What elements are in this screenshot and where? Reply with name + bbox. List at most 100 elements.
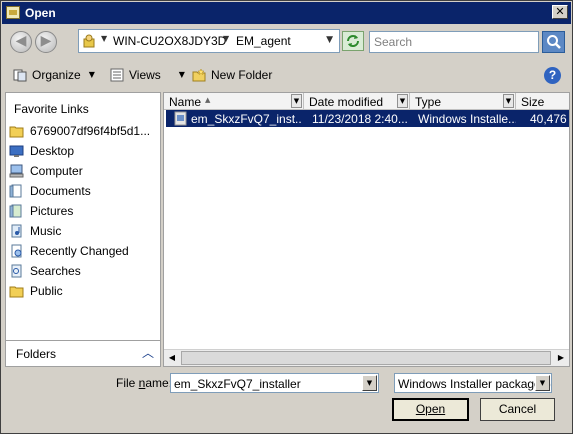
nav-item-recently-changed[interactable]: Recently Changed	[6, 241, 160, 261]
new-folder-icon	[192, 68, 206, 82]
nav-item-label: Music	[30, 224, 62, 238]
address-dropdown-icon[interactable]: ▼	[326, 35, 333, 45]
nav-item-documents[interactable]: Documents	[6, 181, 160, 201]
nav-item-user-folder[interactable]: 6769007df96f4bf5d1...	[6, 121, 160, 141]
views-label: Views	[129, 67, 161, 82]
file-type-select[interactable]: Windows Installer packages (*.msi) ▼	[394, 373, 552, 393]
nav-item-label: Desktop	[30, 144, 75, 158]
nav-item-public[interactable]: Public	[6, 281, 160, 301]
column-header-type[interactable]: Type ▼	[410, 93, 516, 110]
column-headers: Name ▲ ▼ Date modified ▼ Type ▼ Size	[164, 93, 569, 110]
file-size: 40,476 KB	[530, 112, 569, 126]
scroll-right-icon[interactable]: ▶	[553, 350, 569, 366]
folder-icon	[9, 126, 24, 138]
file-name-dropdown-icon[interactable]: ▼	[362, 375, 377, 391]
favorite-links-list: 6769007df96f4bf5d1... Desktop Computer D…	[6, 121, 160, 301]
folder-icon	[9, 286, 24, 298]
close-button[interactable]: ✕	[552, 5, 568, 19]
refresh-icon	[347, 35, 359, 47]
chevron-right-icon[interactable]: ▼	[101, 34, 107, 43]
nav-item-label: Searches	[30, 264, 81, 278]
nav-item-computer[interactable]: Computer	[6, 161, 160, 181]
column-header-size[interactable]: Size	[516, 93, 569, 110]
window-title: Open	[25, 6, 56, 20]
back-button[interactable]: ◀	[10, 31, 32, 53]
horizontal-scrollbar[interactable]: ◀ ▶	[164, 349, 569, 366]
nav-item-searches[interactable]: Searches	[6, 261, 160, 281]
navigation-pane: Favorite Links 6769007df96f4bf5d1... Des…	[5, 92, 161, 367]
views-icon	[110, 68, 124, 82]
file-list-pane: Name ▲ ▼ Date modified ▼ Type ▼ Size em_…	[163, 92, 570, 367]
file-name-label-prefix: File	[116, 376, 139, 390]
documents-icon	[9, 184, 22, 198]
search-input[interactable]: Search	[369, 31, 539, 53]
scroll-thumb[interactable]	[181, 351, 551, 365]
column-dropdown-icon[interactable]: ▼	[397, 94, 408, 108]
scroll-left-icon[interactable]: ◀	[164, 350, 180, 366]
new-folder-button[interactable]: New Folder	[192, 67, 272, 82]
recent-icon	[11, 244, 22, 258]
column-dropdown-icon[interactable]: ▼	[291, 94, 302, 108]
command-toolbar: Organize ▼ Views ▼ New Folder ?	[2, 61, 571, 89]
file-name-label-suffix: ame:	[145, 376, 173, 390]
music-icon	[11, 224, 22, 238]
organize-icon	[13, 69, 27, 82]
sort-ascending-icon: ▲	[205, 96, 211, 104]
user-folder-icon	[83, 34, 95, 48]
nav-item-pictures[interactable]: Pictures	[6, 201, 160, 221]
installer-file-icon	[174, 111, 187, 126]
nav-item-label: 6769007df96f4bf5d1...	[30, 124, 151, 138]
chevron-right-icon[interactable]: ▼	[223, 34, 229, 43]
column-header-label: Name	[169, 95, 202, 109]
searches-icon	[11, 264, 22, 278]
search-icon	[547, 35, 561, 49]
chevron-up-icon: ︿	[141, 346, 154, 360]
nav-item-label: Computer	[30, 164, 83, 178]
refresh-button[interactable]	[342, 31, 364, 51]
open-button[interactable]: Open	[392, 398, 469, 421]
help-button[interactable]: ?	[544, 67, 561, 84]
open-dialog: Open ✕ ◀ ▶ ▼ WIN-CU2OX8JDY3D ▼ EM_agent …	[0, 0, 573, 434]
dropdown-arrow-icon: ▼	[178, 70, 185, 80]
forward-button[interactable]: ▶	[35, 31, 57, 53]
column-header-label: Type	[415, 95, 442, 109]
file-type-dropdown-icon[interactable]: ▼	[535, 375, 550, 391]
title-bar: Open ✕	[2, 2, 571, 24]
file-name-input[interactable]: em_SkxzFvQ7_installer ▼	[170, 373, 379, 393]
nav-item-label: Recently Changed	[30, 244, 129, 258]
column-header-label: Size	[521, 95, 545, 109]
file-date-modified: 11/23/2018 2:40...	[312, 112, 408, 126]
navigation-row: ◀ ▶ ▼ WIN-CU2OX8JDY3D ▼ EM_agent ▼ Searc…	[2, 24, 571, 60]
nav-item-label: Documents	[30, 184, 91, 198]
open-button-label: Open	[415, 402, 446, 416]
file-type: Windows Installe...	[418, 112, 516, 126]
folders-label: Folders	[16, 347, 57, 361]
address-bar[interactable]: ▼ WIN-CU2OX8JDY3D ▼ EM_agent ▼	[78, 29, 340, 53]
column-header-name[interactable]: Name ▲ ▼	[164, 93, 304, 110]
folders-toggle[interactable]: Folders ︿	[6, 340, 160, 366]
nav-item-desktop[interactable]: Desktop	[6, 141, 160, 161]
breadcrumb-folder[interactable]: EM_agent	[236, 34, 291, 48]
file-name-value: em_SkxzFvQ7_installer	[174, 377, 301, 391]
column-header-label: Date modified	[309, 95, 384, 109]
cancel-button[interactable]: Cancel	[480, 398, 555, 421]
desktop-icon	[9, 145, 24, 157]
breadcrumb-computer[interactable]: WIN-CU2OX8JDY3D	[113, 34, 226, 48]
file-name: em_SkxzFvQ7_inst...	[191, 112, 301, 126]
new-folder-label: New Folder	[211, 67, 273, 82]
file-type-value: Windows Installer packages (*.msi)	[398, 377, 551, 391]
folder-open-icon	[6, 6, 20, 19]
dropdown-arrow-icon: ▼	[88, 70, 95, 80]
favorite-links-heading: Favorite Links	[14, 102, 89, 116]
nav-item-label: Pictures	[30, 204, 74, 218]
file-row[interactable]: em_SkxzFvQ7_inst... 11/23/2018 2:40... W…	[166, 110, 569, 127]
organize-button[interactable]: Organize ▼	[13, 67, 95, 82]
search-button[interactable]	[542, 31, 565, 53]
column-dropdown-icon[interactable]: ▼	[503, 94, 514, 108]
column-header-date-modified[interactable]: Date modified ▼	[304, 93, 410, 110]
views-button[interactable]: Views ▼	[110, 67, 185, 82]
nav-item-music[interactable]: Music	[6, 221, 160, 241]
file-name-label: File name:	[116, 376, 172, 390]
nav-item-label: Public	[30, 284, 63, 298]
organize-label: Organize	[32, 67, 81, 82]
